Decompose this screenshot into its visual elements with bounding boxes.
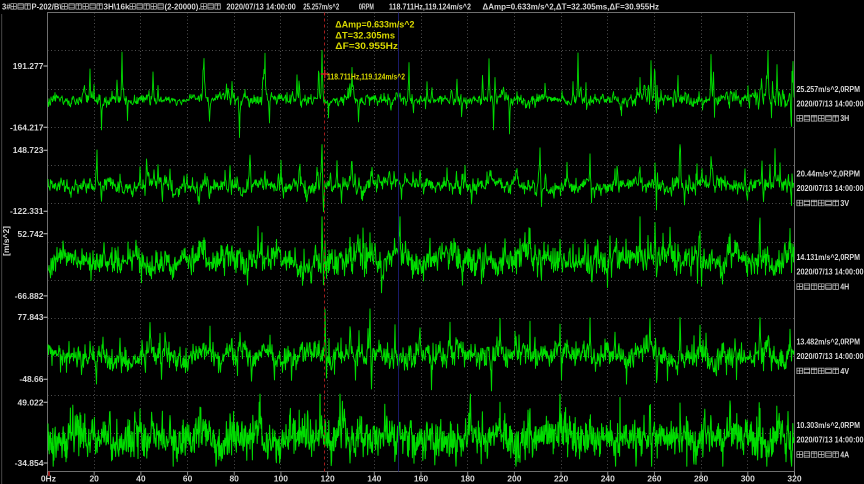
svg-text:2020/07/13 14:00:00: 2020/07/13 14:00:00 [797, 436, 864, 445]
svg-text:118.711Hz,119.124m/s^2: 118.711Hz,119.124m/s^2 [389, 3, 472, 12]
svg-text:0RPM: 0RPM [359, 3, 374, 12]
svg-text:120: 120 [321, 474, 335, 484]
svg-text:ΔAmp=0.633m/s^2,ΔT=32.305ms,ΔF: ΔAmp=0.633m/s^2,ΔT=32.305ms,ΔF=30.955Hz [483, 3, 660, 12]
svg-text:49.022: 49.022 [18, 397, 44, 407]
svg-text:180: 180 [461, 474, 475, 484]
svg-text:300: 300 [741, 474, 755, 484]
svg-text:148.723: 148.723 [13, 145, 44, 155]
svg-text:-34.854: -34.854 [15, 458, 44, 468]
svg-text:-164.217: -164.217 [10, 122, 44, 132]
svg-text:240: 240 [601, 474, 615, 484]
svg-text:-66.882: -66.882 [15, 291, 44, 301]
svg-text:2020/07/13 14:00:00: 2020/07/13 14:00:00 [797, 352, 864, 361]
svg-text:13.482m/s^2,0RPM: 13.482m/s^2,0RPM [797, 337, 861, 346]
svg-text:-122.331: -122.331 [10, 206, 44, 216]
svg-text:10.303m/s^2,0RPM: 10.303m/s^2,0RPM [797, 421, 861, 430]
svg-text:20.44m/s^2,0RPM: 20.44m/s^2,0RPM [797, 170, 861, 179]
svg-text:320: 320 [787, 474, 801, 484]
svg-text:3#: 3# [2, 3, 11, 12]
svg-text:(2-20000).: (2-20000). [165, 3, 201, 12]
svg-text:191.277: 191.277 [13, 61, 44, 71]
svg-text:25.257m/s^2,0RPM: 25.257m/s^2,0RPM [797, 85, 861, 94]
svg-text:3H\16k: 3H\16k [104, 3, 131, 12]
svg-text:4H: 4H [840, 283, 849, 292]
svg-text:0Hz: 0Hz [41, 474, 56, 484]
svg-text:P-202/B\: P-202/B\ [32, 3, 63, 12]
svg-text:-48.66: -48.66 [19, 374, 43, 384]
svg-text:3H: 3H [840, 114, 849, 123]
svg-text:52.742: 52.742 [18, 229, 44, 239]
svg-text:2020/07/13 14:00:00: 2020/07/13 14:00:00 [797, 268, 864, 277]
svg-text:2020/07/13 14:00:00: 2020/07/13 14:00:00 [226, 3, 296, 12]
svg-text:ΔAmp=0.633m/s^2: ΔAmp=0.633m/s^2 [335, 20, 414, 31]
svg-text:2020/07/13 14:00:00: 2020/07/13 14:00:00 [797, 184, 864, 193]
svg-text:100: 100 [274, 474, 288, 484]
svg-text:20: 20 [89, 474, 99, 484]
svg-text:160: 160 [414, 474, 428, 484]
svg-text:220: 220 [554, 474, 568, 484]
svg-text:[m/s^2]: [m/s^2] [1, 226, 11, 256]
svg-text:2020/07/13 14:00:00: 2020/07/13 14:00:00 [797, 99, 864, 108]
svg-text:4V: 4V [840, 367, 850, 376]
svg-text:60: 60 [183, 474, 193, 484]
svg-text:260: 260 [647, 474, 661, 484]
svg-text:3V: 3V [840, 199, 850, 208]
svg-text:14.131m/s^2,0RPM: 14.131m/s^2,0RPM [797, 253, 861, 262]
svg-text:4A: 4A [840, 450, 849, 459]
svg-text:118.711Hz,119.124m/s^2: 118.711Hz,119.124m/s^2 [327, 73, 405, 82]
svg-text:140: 140 [367, 474, 381, 484]
svg-text:280: 280 [694, 474, 708, 484]
svg-text:ΔF=30.955Hz: ΔF=30.955Hz [335, 41, 398, 52]
svg-text:25.257m/s^2: 25.257m/s^2 [303, 3, 339, 12]
svg-text:40: 40 [136, 474, 146, 484]
svg-text:77.843: 77.843 [18, 312, 44, 322]
svg-text:200: 200 [507, 474, 521, 484]
svg-text:80: 80 [229, 474, 239, 484]
